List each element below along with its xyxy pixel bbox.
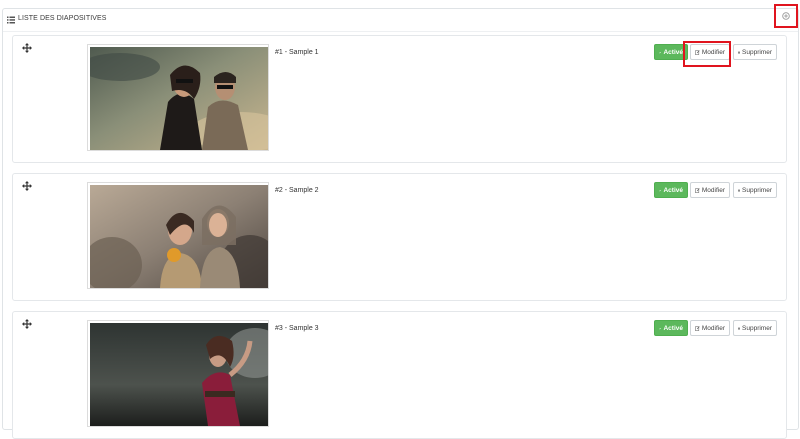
move-icon[interactable] xyxy=(22,181,32,191)
edit-button[interactable]: Modifier xyxy=(690,182,730,198)
edit-button[interactable]: Modifier xyxy=(690,320,730,336)
active-label: Activé xyxy=(663,325,683,332)
panel-heading: LISTE DES DIAPOSITIVES xyxy=(3,9,798,32)
delete-label: Supprimer xyxy=(742,325,772,332)
edit-label: Modifier xyxy=(702,325,725,332)
delete-button[interactable]: Supprimer xyxy=(733,182,777,198)
add-slide-button[interactable] xyxy=(774,4,798,28)
pencil-icon xyxy=(695,187,700,194)
active-status-button[interactable]: Activé xyxy=(654,44,688,60)
trash-icon xyxy=(738,187,740,194)
active-label: Activé xyxy=(663,49,683,56)
check-icon xyxy=(659,187,661,194)
slide-title: #3 - Sample 3 xyxy=(275,325,319,332)
edit-label: Modifier xyxy=(702,49,725,56)
edit-button[interactable]: Modifier xyxy=(690,44,730,60)
active-status-button[interactable]: Activé xyxy=(654,182,688,198)
add-circle-icon xyxy=(782,12,790,20)
delete-label: Supprimer xyxy=(742,187,772,194)
slide-thumbnail[interactable] xyxy=(87,320,269,427)
move-icon[interactable] xyxy=(22,319,32,329)
panel-title: LISTE DES DIAPOSITIVES xyxy=(18,15,107,22)
trash-icon xyxy=(738,49,740,56)
slide-row: #3 - Sample 3 Activé Modifier Supprimer xyxy=(12,311,787,439)
delete-label: Supprimer xyxy=(742,49,772,56)
pencil-icon xyxy=(695,49,700,56)
active-label: Activé xyxy=(663,187,683,194)
slide-thumbnail[interactable] xyxy=(87,182,269,289)
trash-icon xyxy=(738,325,740,332)
slide-row: #1 - Sample 1 Activé Modifier Supprimer xyxy=(12,35,787,163)
delete-button[interactable]: Supprimer xyxy=(733,44,777,60)
pencil-icon xyxy=(695,325,700,332)
slide-title: #2 - Sample 2 xyxy=(275,187,319,194)
move-icon[interactable] xyxy=(22,43,32,53)
edit-label: Modifier xyxy=(702,187,725,194)
slide-title: #1 - Sample 1 xyxy=(275,49,319,56)
check-icon xyxy=(659,325,661,332)
delete-button[interactable]: Supprimer xyxy=(733,320,777,336)
slide-thumbnail[interactable] xyxy=(87,44,269,151)
check-icon xyxy=(659,49,661,56)
list-icon xyxy=(7,16,15,24)
slide-row: #2 - Sample 2 Activé Modifier Supprimer xyxy=(12,173,787,301)
active-status-button[interactable]: Activé xyxy=(654,320,688,336)
